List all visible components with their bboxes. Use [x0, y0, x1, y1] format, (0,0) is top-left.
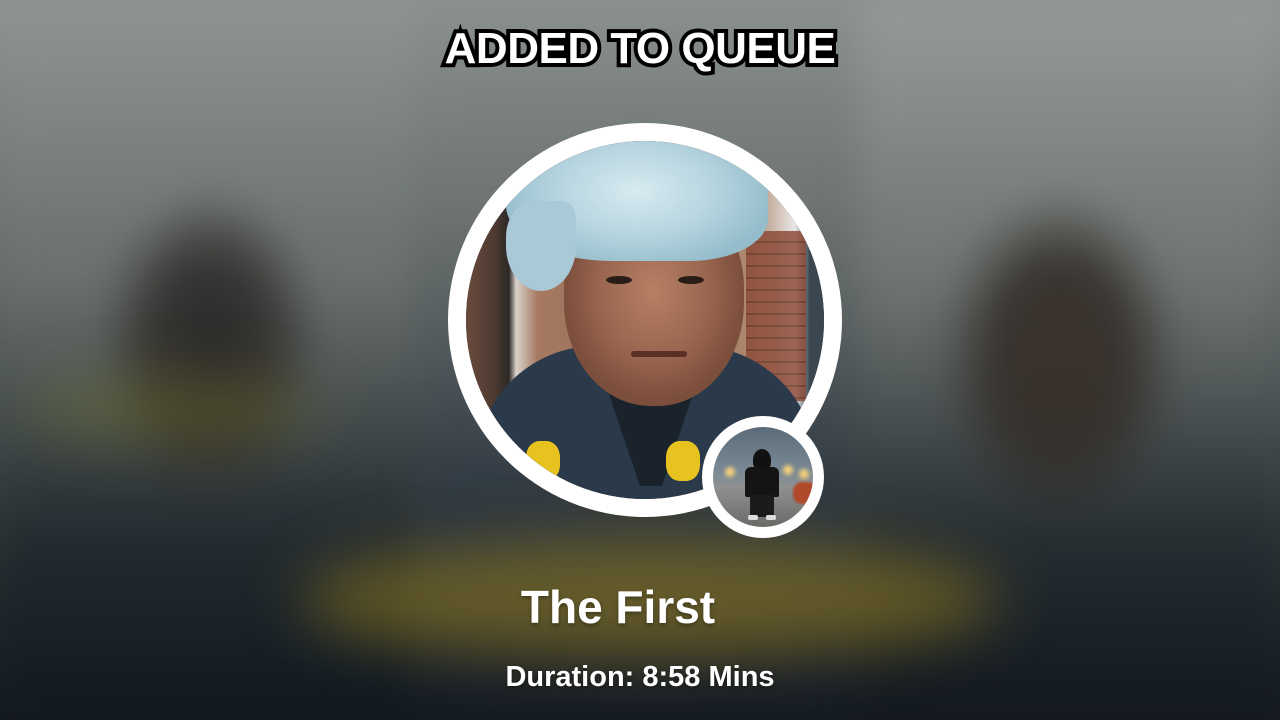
track-duration: Duration: 8:58 Mins — [505, 661, 775, 693]
requester-avatar — [713, 427, 813, 527]
track-title: The First — [520, 581, 716, 633]
queue-card: ADDED TO QUEUE The First Duration: 8:58 … — [0, 0, 1280, 720]
added-to-queue-heading: ADDED TO QUEUE — [441, 20, 840, 77]
